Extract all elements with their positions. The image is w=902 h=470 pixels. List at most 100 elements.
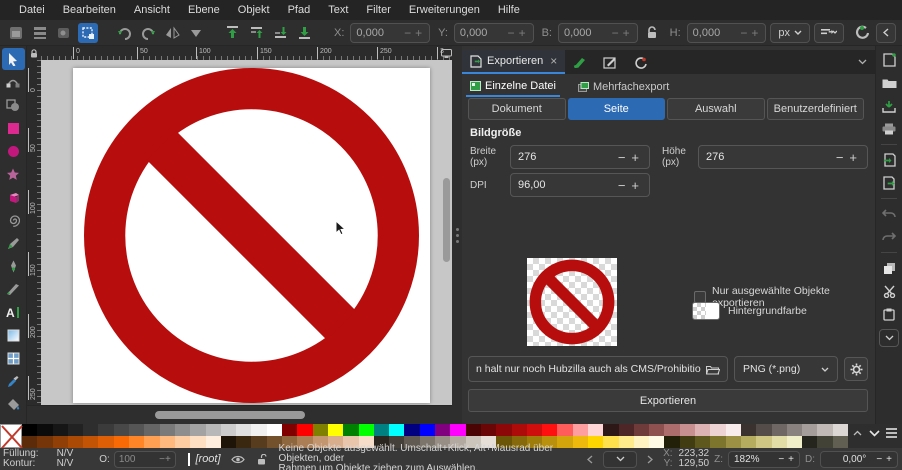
- document-page[interactable]: [73, 68, 430, 403]
- area-auswahl-button[interactable]: Auswahl: [667, 98, 765, 120]
- palette-swatch[interactable]: [741, 436, 756, 448]
- palette-swatch[interactable]: [160, 424, 175, 436]
- palette-swatch[interactable]: [53, 424, 68, 436]
- guide-lock-toggle[interactable]: [27, 46, 41, 60]
- palette-swatch[interactable]: [527, 424, 542, 436]
- copy-icon[interactable]: [880, 260, 898, 276]
- horizontal-ruler[interactable]: 0501001502002503: [41, 46, 452, 60]
- pencil-tool[interactable]: [2, 232, 25, 254]
- palette-swatch[interactable]: [129, 436, 144, 448]
- palette-swatch[interactable]: [695, 436, 710, 448]
- x-minus-button[interactable]: −: [402, 26, 413, 40]
- paste-icon[interactable]: [880, 306, 898, 322]
- palette-swatch[interactable]: [772, 436, 787, 448]
- palette-swatch[interactable]: [343, 424, 358, 436]
- export-width-minus[interactable]: −: [615, 150, 629, 165]
- palette-swatch[interactable]: [466, 424, 481, 436]
- palette-swatch[interactable]: [833, 436, 848, 448]
- palette-menu-button[interactable]: [885, 427, 898, 439]
- layer-select-dropdown[interactable]: [603, 451, 637, 468]
- palette-swatch[interactable]: [573, 424, 588, 436]
- vertical-scrollbar-thumb[interactable]: [443, 178, 450, 262]
- raise-to-top-icon[interactable]: [222, 23, 242, 43]
- palette-swatch[interactable]: [588, 424, 603, 436]
- tab-transform-icon[interactable]: [625, 50, 655, 74]
- horizontal-scrollbar[interactable]: [27, 405, 452, 424]
- save-document-icon[interactable]: [880, 98, 898, 114]
- star-tool[interactable]: [2, 163, 25, 185]
- palette-swatch[interactable]: [206, 424, 221, 436]
- palette-swatch[interactable]: [83, 436, 98, 448]
- area-benutzerdefiniert-button[interactable]: Benutzerdefiniert: [767, 98, 865, 120]
- no-color-swatch[interactable]: [0, 424, 22, 448]
- select-all-layers-icon[interactable]: [30, 23, 50, 43]
- flip-vertical-icon[interactable]: [186, 23, 206, 43]
- dock-menu-button[interactable]: [858, 59, 867, 65]
- palette-swatch[interactable]: [664, 424, 679, 436]
- palette-swatch[interactable]: [619, 424, 634, 436]
- rectangle-tool[interactable]: [2, 117, 25, 139]
- palette-swatch[interactable]: [695, 424, 710, 436]
- palette-swatch[interactable]: [190, 436, 205, 448]
- width-plus-button[interactable]: +: [621, 26, 632, 40]
- background-color-swatch[interactable]: [692, 302, 720, 320]
- menu-item-datei[interactable]: Datei: [10, 4, 54, 16]
- palette-swatch[interactable]: [22, 424, 37, 436]
- format-dropdown[interactable]: PNG (*.png): [734, 356, 838, 382]
- palette-swatch[interactable]: [404, 424, 419, 436]
- box3d-tool[interactable]: [2, 186, 25, 208]
- palette-swatch[interactable]: [22, 436, 37, 448]
- scale-options-dropdown[interactable]: [814, 23, 844, 43]
- deselect-icon[interactable]: [54, 23, 74, 43]
- palette-swatch[interactable]: [512, 424, 527, 436]
- palette-swatch[interactable]: [619, 436, 634, 448]
- palette-swatch[interactable]: [83, 424, 98, 436]
- folder-open-icon[interactable]: [706, 364, 720, 375]
- export-height-field[interactable]: 276 − +: [698, 145, 868, 169]
- height-plus-button[interactable]: +: [749, 26, 760, 40]
- palette-swatch[interactable]: [160, 436, 175, 448]
- palette-swatch[interactable]: [435, 424, 450, 436]
- menu-item-pfad[interactable]: Pfad: [279, 4, 320, 16]
- palette-swatch[interactable]: [251, 424, 266, 436]
- palette-swatch[interactable]: [114, 436, 129, 448]
- dropper-tool[interactable]: [2, 370, 25, 392]
- zoom-field[interactable]: 182% − +: [728, 451, 800, 468]
- menu-item-text[interactable]: Text: [319, 4, 357, 16]
- y-field[interactable]: 0,000 − +: [454, 23, 534, 43]
- palette-swatch[interactable]: [68, 436, 83, 448]
- height-field[interactable]: 0,000 − +: [687, 23, 767, 43]
- rotation-field[interactable]: 0,00° − +: [820, 451, 898, 468]
- palette-swatch[interactable]: [175, 436, 190, 448]
- spiral-tool[interactable]: [2, 209, 25, 231]
- palette-swatch[interactable]: [664, 436, 679, 448]
- tab-mehrfachexport[interactable]: Mehrfachexport: [574, 79, 673, 96]
- palette-swatch[interactable]: [236, 424, 251, 436]
- palette-swatch[interactable]: [817, 436, 832, 448]
- palette-swatch[interactable]: [710, 424, 725, 436]
- palette-swatch[interactable]: [53, 436, 68, 448]
- area-seite-button[interactable]: Seite: [568, 98, 666, 120]
- raise-icon[interactable]: [246, 23, 266, 43]
- panel-resize-handle[interactable]: [452, 46, 462, 424]
- palette-swatch[interactable]: [756, 436, 771, 448]
- prev-button[interactable]: [582, 451, 598, 468]
- units-dropdown[interactable]: px: [770, 23, 810, 43]
- palette-swatch[interactable]: [802, 436, 817, 448]
- tab-exportieren[interactable]: Exportieren ×: [462, 50, 565, 74]
- calligraphy-tool[interactable]: [2, 278, 25, 300]
- layer-lock-toggle[interactable]: [257, 454, 267, 465]
- palette-swatch[interactable]: [772, 424, 787, 436]
- select-all-icon[interactable]: [6, 23, 26, 43]
- zoom-minus[interactable]: −: [778, 454, 784, 465]
- dpi-field[interactable]: 96,00 − +: [510, 173, 650, 197]
- palette-swatch[interactable]: [190, 424, 205, 436]
- print-icon[interactable]: [880, 121, 898, 137]
- palette-swatch[interactable]: [649, 424, 664, 436]
- palette-swatch[interactable]: [267, 424, 282, 436]
- rotation-minus[interactable]: −: [876, 454, 882, 465]
- palette-swatch[interactable]: [450, 424, 465, 436]
- palette-swatch[interactable]: [420, 424, 435, 436]
- prohibition-sign-drawing[interactable]: [84, 68, 419, 403]
- palette-swatch[interactable]: [68, 424, 83, 436]
